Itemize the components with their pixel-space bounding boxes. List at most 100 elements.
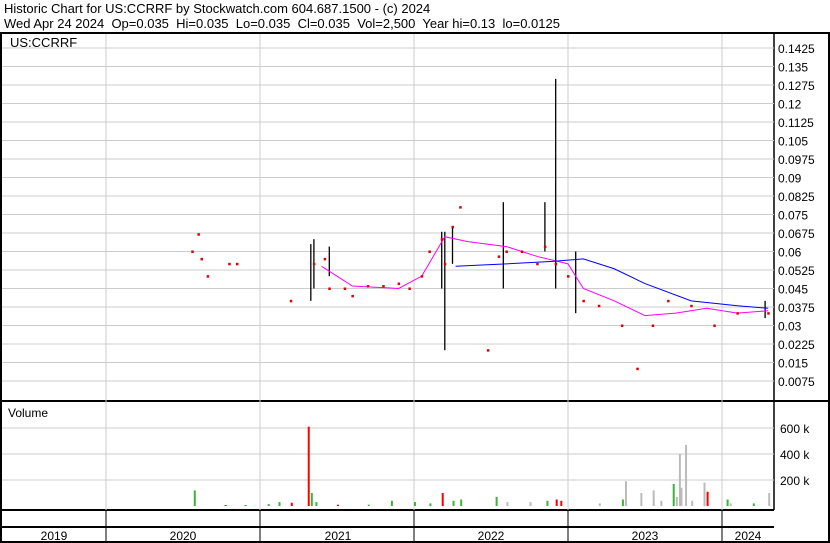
y-tick-label: 0.09 xyxy=(778,172,802,186)
volume-bar xyxy=(624,481,627,506)
y-tick-label: 0.075 xyxy=(778,209,808,223)
volume-bar xyxy=(452,500,455,506)
close-point xyxy=(497,255,501,258)
close-point xyxy=(408,287,411,290)
close-point xyxy=(191,250,194,253)
chart-frame xyxy=(0,32,830,543)
y-tick-label: 0.045 xyxy=(778,283,808,297)
volume-bar xyxy=(685,444,688,506)
volume-bar xyxy=(640,493,643,506)
volume-tick-label: 200 k xyxy=(780,474,810,488)
y-tick-label: 0.0375 xyxy=(778,301,815,315)
year-label-2023: 2023 xyxy=(632,529,659,543)
close-point xyxy=(328,287,331,290)
volume-bar xyxy=(290,502,293,506)
close-point xyxy=(520,250,524,253)
y-tick-label: 0.015 xyxy=(778,357,808,371)
close-point xyxy=(382,285,385,288)
volume-bar xyxy=(660,500,663,506)
close-point xyxy=(228,262,231,266)
close-point xyxy=(200,257,203,261)
volume-bar xyxy=(506,502,509,506)
y-tick-label: 0.0525 xyxy=(778,264,815,278)
y-tick-label: 0.0225 xyxy=(778,338,815,352)
volume-bar xyxy=(267,504,270,506)
close-point xyxy=(397,282,401,286)
y-tick-label: 0.0675 xyxy=(778,227,815,241)
volume-bar xyxy=(652,490,655,506)
close-point xyxy=(567,275,570,278)
close-point xyxy=(667,299,670,303)
volume-tick-label: 400 k xyxy=(780,448,810,462)
moving-average-line xyxy=(455,258,769,309)
close-point xyxy=(690,304,693,308)
close-point xyxy=(289,299,293,303)
volume-bar xyxy=(367,504,370,506)
y-tick-label: 0.1125 xyxy=(778,116,814,130)
volume-bar xyxy=(706,491,709,506)
close-point xyxy=(713,324,716,327)
volume-bar xyxy=(529,502,532,506)
volume-bar xyxy=(414,502,416,506)
year-label-2021: 2021 xyxy=(325,529,352,543)
close-point xyxy=(736,312,739,315)
volume-bar xyxy=(691,500,694,506)
volume-bar xyxy=(703,482,706,506)
close-point xyxy=(486,349,490,352)
volume-bar xyxy=(729,503,732,506)
close-point xyxy=(351,294,354,298)
close-point xyxy=(620,324,624,327)
close-point xyxy=(428,250,431,253)
close-point xyxy=(636,367,639,371)
price-panel-label: US:CCRRF xyxy=(10,35,77,50)
volume-bar xyxy=(680,487,683,506)
close-point xyxy=(323,257,327,261)
volume-bar xyxy=(244,505,247,506)
y-tick-label: 0.105 xyxy=(778,135,808,149)
year-label-2022: 2022 xyxy=(478,529,505,543)
y-tick-label: 0.03 xyxy=(778,320,802,334)
close-point xyxy=(366,285,370,288)
volume-bar xyxy=(546,500,549,506)
volume-bar xyxy=(310,493,313,506)
volume-bar xyxy=(441,493,444,506)
volume-bar xyxy=(672,483,675,506)
year-label-2019: 2019 xyxy=(41,529,68,543)
close-point xyxy=(543,245,547,249)
close-point xyxy=(582,299,585,303)
volume-bar xyxy=(752,503,755,506)
y-tick-label: 0.12 xyxy=(778,98,802,112)
volume-bar xyxy=(621,499,624,506)
chart-svg: 0.1425 0.135 0.1275 0.12 0.1125 0.105 0.0975 0.… xyxy=(0,32,830,543)
volume-bar xyxy=(555,499,558,506)
close-point xyxy=(651,324,655,327)
volume-bar xyxy=(337,504,339,506)
close-point xyxy=(767,312,770,315)
volume-bar xyxy=(460,499,463,506)
close-point xyxy=(440,238,444,241)
close-point xyxy=(443,262,447,266)
chart-window: Historic Chart for US:CCRRF by Stockwatc… xyxy=(0,0,830,543)
close-point xyxy=(343,287,347,290)
y-tick-label: 0.0075 xyxy=(778,375,815,389)
close-point xyxy=(505,250,508,253)
close-point xyxy=(235,262,239,266)
y-tick-label: 0.135 xyxy=(778,61,808,75)
volume-bar xyxy=(726,499,729,506)
y-tick-label: 0.1425 xyxy=(778,42,815,56)
y-tick-label: 0.0825 xyxy=(778,190,815,204)
close-point xyxy=(536,262,539,266)
volume-panel-label: Volume xyxy=(8,406,48,420)
close-point xyxy=(597,304,601,308)
volume-bar xyxy=(495,496,498,506)
close-point xyxy=(459,206,462,209)
volume-bar xyxy=(307,426,310,506)
volume-bar xyxy=(768,493,771,506)
year-label-2024: 2024 xyxy=(735,529,762,543)
close-point xyxy=(420,275,424,278)
close-point xyxy=(206,275,210,278)
volume-bar xyxy=(315,502,318,506)
y-tick-label: 0.1275 xyxy=(778,79,815,93)
close-point xyxy=(197,233,200,236)
volume-bar xyxy=(224,504,227,506)
